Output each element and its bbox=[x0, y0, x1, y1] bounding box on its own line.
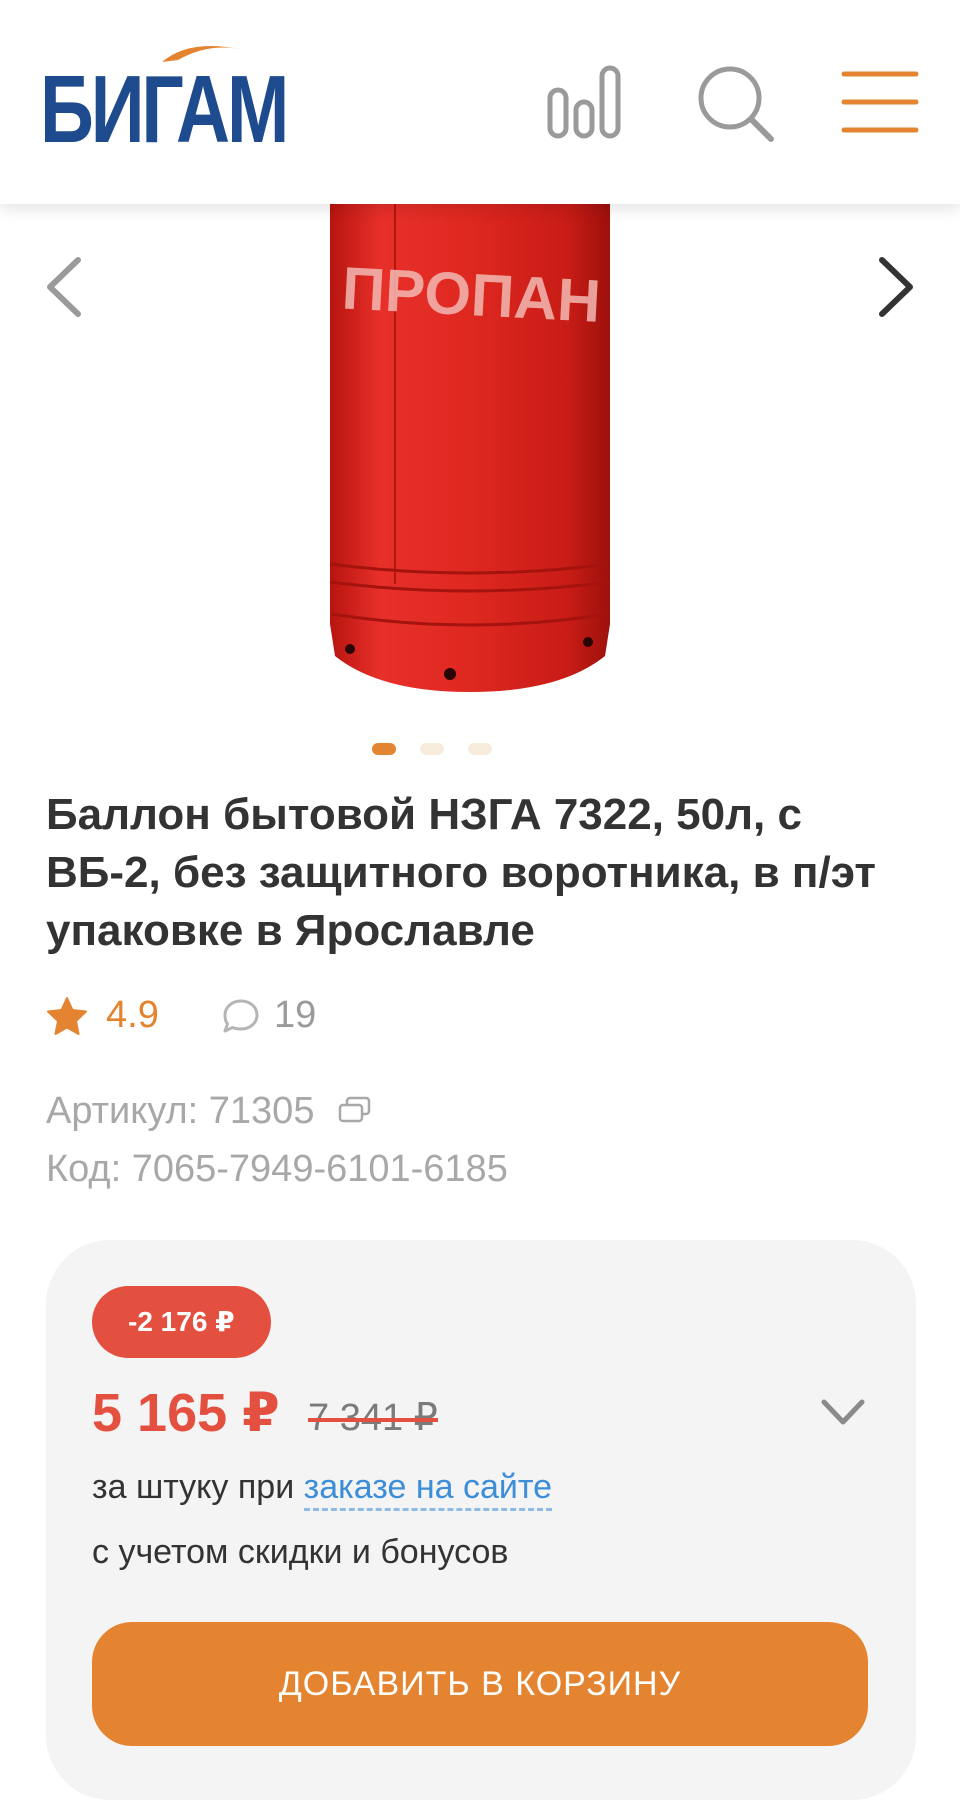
gas-cylinder-image: ПРОПАН bbox=[329, 204, 611, 692]
chevron-down-icon[interactable] bbox=[818, 1392, 868, 1432]
price-card: -2 176 ₽ 5 165 ₽ 7 341 ₽ за штуку при за… bbox=[46, 1240, 916, 1800]
add-to-cart-button[interactable]: ДОБАВИТЬ В КОРЗИНУ bbox=[92, 1622, 868, 1746]
pagination-dot-active[interactable] bbox=[372, 743, 396, 755]
per-unit-text: за штуку при заказе на сайте bbox=[92, 1462, 552, 1512]
logo-text: БИГАМ bbox=[40, 56, 289, 163]
pagination-dot[interactable] bbox=[468, 743, 492, 755]
product-code: Код: 7065-7949-6101-6185 bbox=[46, 1148, 508, 1190]
product-title: Баллон бытовой НЗГА 7322, 50л, с ВБ-2, б… bbox=[46, 790, 876, 955]
order-on-site-link[interactable]: заказе на сайте bbox=[303, 1468, 552, 1511]
discount-note: с учетом скидки и бонусов bbox=[92, 1533, 509, 1571]
star-icon bbox=[47, 997, 87, 1035]
old-price: 7 341 ₽ bbox=[308, 1390, 438, 1446]
discount-badge: -2 176 ₽ bbox=[92, 1286, 271, 1358]
bigam-logo[interactable]: БИГАМ bbox=[40, 36, 289, 166]
compare-icon[interactable] bbox=[546, 64, 622, 140]
product-gallery[interactable]: ПРОПАН bbox=[0, 204, 960, 744]
next-slide-icon[interactable] bbox=[870, 252, 920, 322]
menu-icon[interactable] bbox=[840, 70, 920, 134]
cylinder-label-text: ПРОПАН bbox=[340, 254, 602, 334]
reviews-count[interactable]: 19 bbox=[274, 990, 316, 1040]
comment-icon[interactable] bbox=[222, 998, 260, 1034]
per-unit-prefix: за штуку при bbox=[92, 1468, 304, 1506]
current-price: 5 165 ₽ bbox=[92, 1383, 280, 1443]
prev-slide-icon[interactable] bbox=[40, 252, 90, 322]
copy-icon[interactable] bbox=[337, 1095, 373, 1125]
rating-value: 4.9 bbox=[106, 994, 159, 1036]
pagination-dot[interactable] bbox=[420, 743, 444, 755]
sku-text: Артикул: 71305 bbox=[46, 1090, 315, 1132]
sku-row: Артикул: 71305 bbox=[46, 1086, 373, 1136]
site-header: БИГАМ bbox=[0, 0, 960, 204]
search-icon[interactable] bbox=[696, 64, 776, 144]
